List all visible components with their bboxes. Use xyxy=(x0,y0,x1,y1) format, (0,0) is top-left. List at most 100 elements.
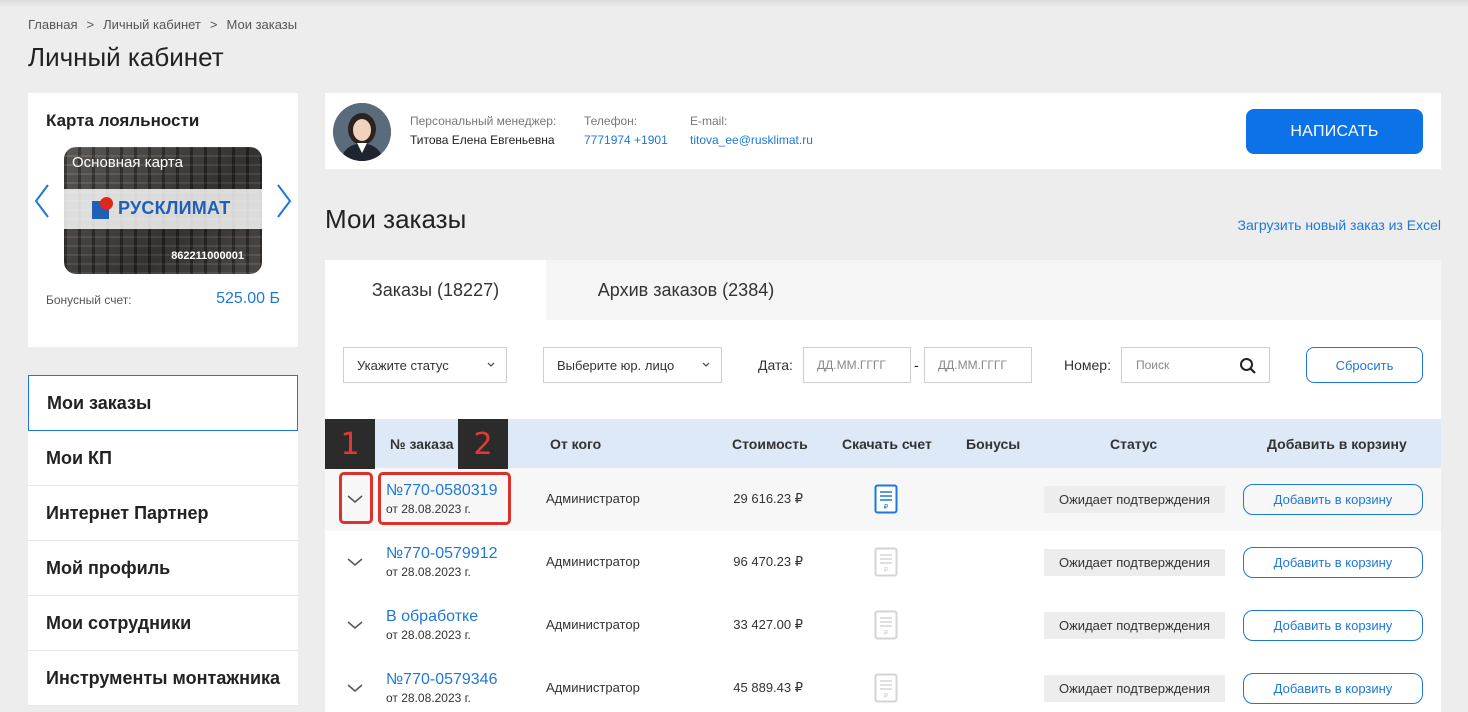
order-number-link[interactable]: В обработке xyxy=(386,608,478,626)
phone-label: Телефон: xyxy=(584,114,638,128)
loyalty-title: Карта лояльности xyxy=(46,111,200,130)
order-from: Администратор xyxy=(546,617,640,632)
svg-text:₽: ₽ xyxy=(884,503,889,511)
number-label: Номер: xyxy=(1064,357,1111,373)
date-separator: - xyxy=(914,357,919,373)
col-invoice: Скачать счет xyxy=(842,436,932,452)
manager-phone[interactable]: 7771974 +1901 xyxy=(584,133,668,147)
date-from-input[interactable]: ДД.ММ.ГГГГ xyxy=(803,347,911,383)
order-date: от 28.08.2023 г. xyxy=(386,691,471,705)
filters-bar: Укажите статус Выберите юр. лицо Дата: Д… xyxy=(325,320,1441,418)
reset-button[interactable]: Сбросить xyxy=(1306,347,1423,383)
avatar-icon xyxy=(333,103,391,161)
status-badge: Ожидает подтверждения xyxy=(1044,486,1225,513)
loyalty-card-panel: Карта лояльности Основная карта РУСКЛИМА… xyxy=(28,93,298,347)
menu-item-my-employees[interactable]: Мои сотрудники xyxy=(28,596,298,651)
order-number-link[interactable]: №770-0579346 xyxy=(386,671,497,689)
status-badge: Ожидает подтверждения xyxy=(1044,612,1225,639)
card-brand: РУСКЛИМАТ xyxy=(118,197,231,218)
annotation-badge-2: 2 xyxy=(458,419,508,469)
loyalty-card: Основная карта РУСКЛИМАТ 862211000001 xyxy=(64,147,262,274)
add-to-cart-button[interactable]: Добавить в корзину xyxy=(1243,673,1423,704)
status-select[interactable]: Укажите статус xyxy=(343,347,507,383)
date-label: Дата: xyxy=(758,357,793,373)
breadcrumb-cabinet[interactable]: Личный кабинет xyxy=(103,17,201,32)
svg-text:₽: ₽ xyxy=(884,566,889,574)
chevron-down-icon xyxy=(487,362,495,367)
email-label: E-mail: xyxy=(690,114,728,128)
chevron-right-icon[interactable] xyxy=(274,181,294,221)
entity-select[interactable]: Выберите юр. лицо xyxy=(543,347,722,383)
invoice-download-icon[interactable]: ₽ xyxy=(874,484,898,514)
col-status: Статус xyxy=(1110,436,1158,452)
write-button[interactable]: НАПИСАТЬ xyxy=(1246,109,1423,154)
menu-item-my-orders[interactable]: Мои заказы xyxy=(28,375,298,431)
expand-chevron-icon[interactable] xyxy=(345,552,365,572)
search-icon[interactable] xyxy=(1239,357,1257,375)
status-select-value: Укажите статус xyxy=(357,357,449,373)
table-row: №770-0579346 от 28.08.2023 г. Администра… xyxy=(325,657,1441,712)
add-to-cart-button[interactable]: Добавить в корзину xyxy=(1243,610,1423,641)
invoice-disabled-icon: ₽ xyxy=(874,547,898,577)
card-name: Основная карта xyxy=(72,154,183,171)
order-price: 45 889.43 ₽ xyxy=(733,680,803,695)
orders-tabs: Заказы (18227) Архив заказов (2384) xyxy=(325,260,1441,320)
annotation-box-expand xyxy=(339,472,373,524)
tab-archive[interactable]: Архив заказов (2384) xyxy=(546,260,826,320)
order-date: от 28.08.2023 г. xyxy=(386,628,471,642)
invoice-disabled-icon: ₽ xyxy=(874,673,898,703)
order-price: 29 616.23 ₽ xyxy=(733,491,803,506)
svg-text:₽: ₽ xyxy=(884,629,889,637)
col-from: От кого xyxy=(550,436,602,452)
add-to-cart-button[interactable]: Добавить в корзину xyxy=(1243,484,1423,515)
col-bonuses: Бонусы xyxy=(966,436,1021,452)
col-order-number: № заказа xyxy=(390,436,454,452)
orders-title: Мои заказы xyxy=(325,204,467,234)
invoice-disabled-icon: ₽ xyxy=(874,610,898,640)
expand-chevron-icon[interactable] xyxy=(345,615,365,635)
annotation-badge-1: 1 xyxy=(325,419,375,469)
side-menu: Мои заказы Мои КП Интернет Партнер Мой п… xyxy=(28,375,298,706)
breadcrumb: Главная > Личный кабинет > Мои заказы xyxy=(28,17,298,32)
menu-item-installer-tools[interactable]: Инструменты монтажника xyxy=(28,651,298,706)
bonus-label: Бонусный счет: xyxy=(46,293,132,307)
expand-chevron-icon[interactable] xyxy=(345,678,365,698)
order-from: Администратор xyxy=(546,491,640,506)
order-number-link[interactable]: №770-0579912 xyxy=(386,545,497,563)
card-number: 862211000001 xyxy=(171,250,244,262)
col-add-to-cart: Добавить в корзину xyxy=(1267,436,1407,452)
page-title: Личный кабинет xyxy=(28,42,224,72)
status-badge: Ожидает подтверждения xyxy=(1044,549,1225,576)
menu-item-my-profile[interactable]: Мой профиль xyxy=(28,541,298,596)
upload-excel-link[interactable]: Загрузить новый заказ из Excel xyxy=(1238,217,1441,233)
date-to-input[interactable]: ДД.ММ.ГГГГ xyxy=(924,347,1032,383)
tab-orders[interactable]: Заказы (18227) xyxy=(325,260,546,320)
annotation-box-order-number xyxy=(378,472,511,525)
manager-email[interactable]: titova_ee@rusklimat.ru xyxy=(690,133,813,147)
top-shadow xyxy=(0,0,1468,8)
order-from: Администратор xyxy=(546,554,640,569)
manager-bar: Персональный менеджер: Титова Елена Евге… xyxy=(325,93,1441,169)
order-search-input[interactable]: Поиск xyxy=(1121,347,1270,383)
menu-item-my-kp[interactable]: Мои КП xyxy=(28,431,298,486)
order-from: Администратор xyxy=(546,680,640,695)
add-to-cart-button[interactable]: Добавить в корзину xyxy=(1243,547,1423,578)
order-price: 96 470.23 ₽ xyxy=(733,554,803,569)
table-row: №770-0579912 от 28.08.2023 г. Администра… xyxy=(325,531,1441,594)
manager-name: Титова Елена Евгеньевна xyxy=(410,133,555,147)
order-price: 33 427.00 ₽ xyxy=(733,617,803,632)
order-date: от 28.08.2023 г. xyxy=(386,565,471,579)
manager-avatar xyxy=(333,103,391,161)
search-placeholder: Поиск xyxy=(1136,358,1170,372)
rusklimat-logo: РУСКЛИМАТ xyxy=(92,197,230,219)
chevron-left-icon[interactable] xyxy=(32,181,52,221)
manager-role-label: Персональный менеджер: xyxy=(410,114,557,128)
status-badge: Ожидает подтверждения xyxy=(1044,675,1225,702)
bonus-value: 525.00 Б xyxy=(216,290,280,307)
entity-select-value: Выберите юр. лицо xyxy=(557,357,675,373)
breadcrumb-current: Мои заказы xyxy=(226,17,298,32)
breadcrumb-home[interactable]: Главная xyxy=(28,17,77,32)
svg-text:₽: ₽ xyxy=(884,692,889,700)
col-price: Стоимость xyxy=(732,436,808,452)
menu-item-internet-partner[interactable]: Интернет Партнер xyxy=(28,486,298,541)
